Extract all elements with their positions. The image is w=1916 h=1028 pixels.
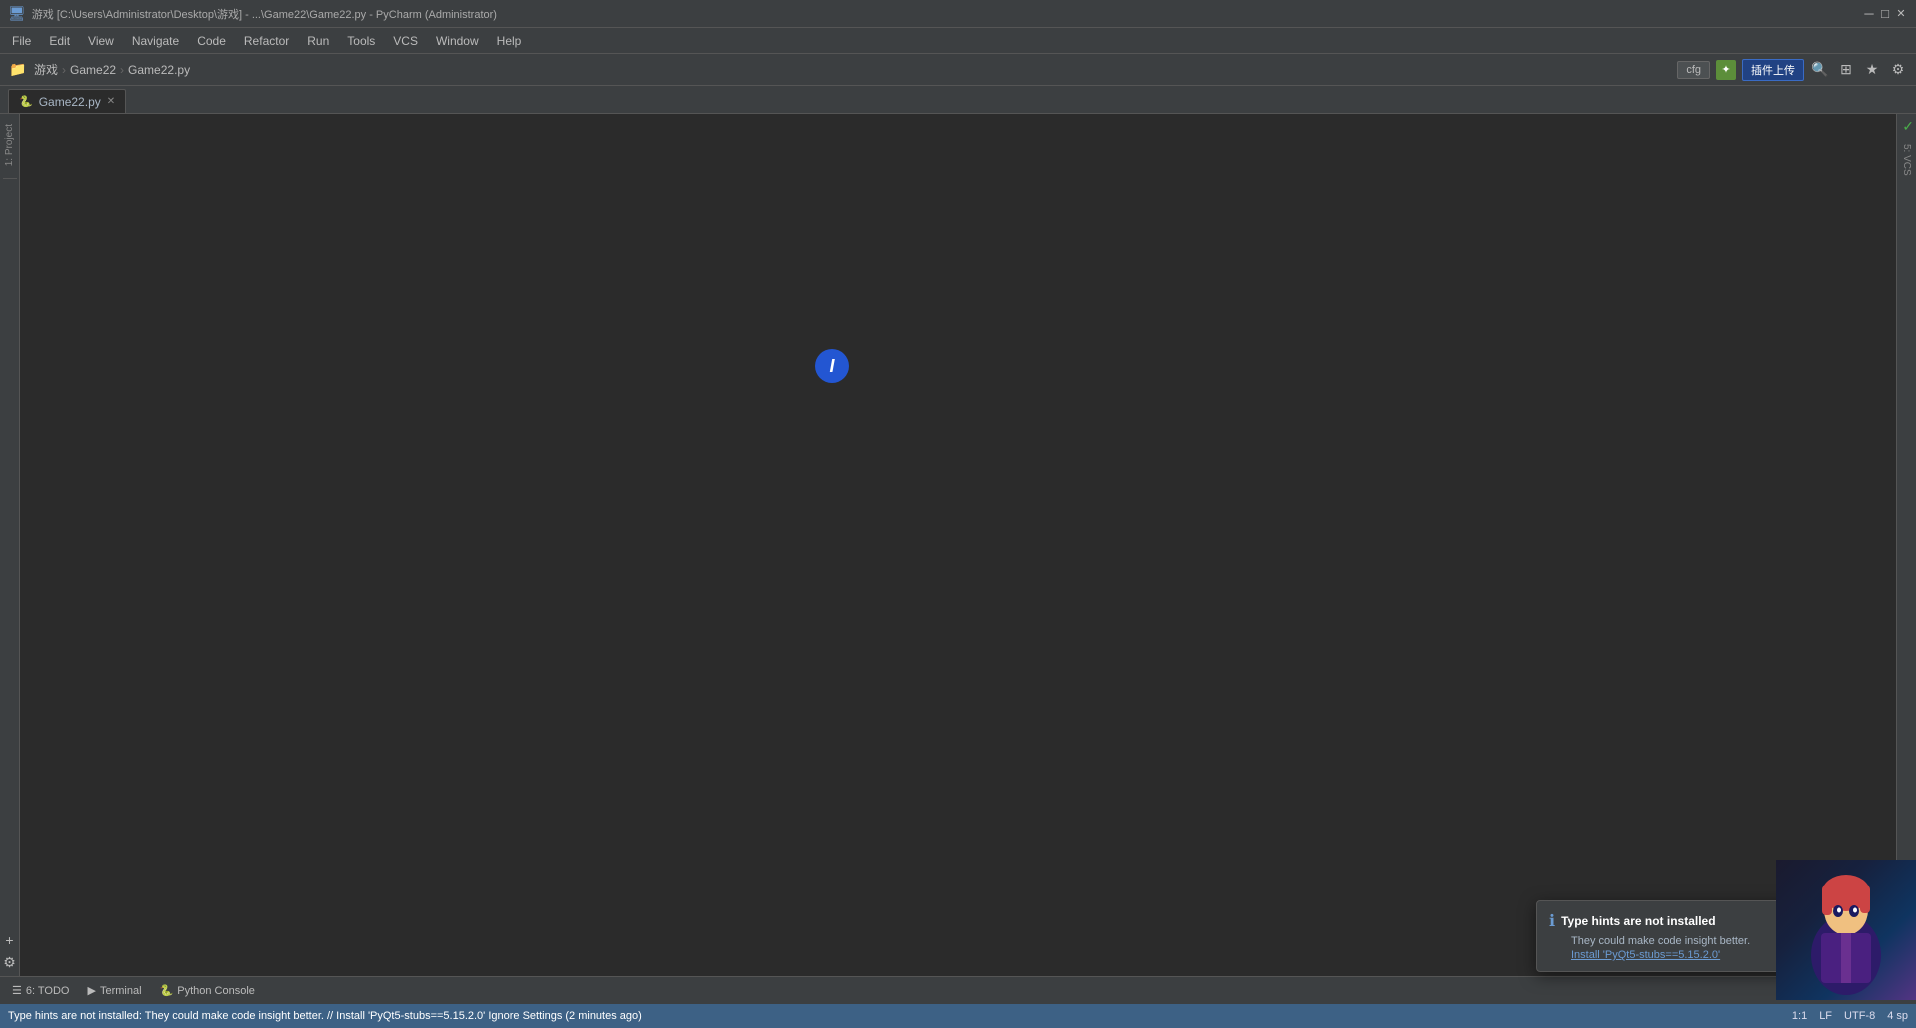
title-bar-controls: ─ □ ✕: [1862, 7, 1908, 21]
todo-label: 6: TODO: [26, 985, 70, 997]
layout-icon[interactable]: ⊞: [1836, 60, 1856, 80]
encoding[interactable]: UTF-8: [1844, 1010, 1875, 1022]
menu-view[interactable]: View: [80, 32, 122, 50]
tab-close-button[interactable]: ✕: [107, 96, 115, 107]
breadcrumb-project[interactable]: 游戏: [34, 61, 58, 78]
menu-help[interactable]: Help: [489, 32, 530, 50]
character-svg: [1786, 865, 1906, 995]
line-ending[interactable]: LF: [1819, 1010, 1832, 1022]
minimize-button[interactable]: ─: [1862, 7, 1876, 21]
bottom-tab-todo[interactable]: ☰ 6: TODO: [4, 982, 77, 999]
upload-button[interactable]: 插件上传: [1742, 59, 1804, 81]
terminal-icon: ▶: [87, 984, 95, 997]
menu-vcs[interactable]: VCS: [385, 32, 426, 50]
main-layout: 1 I ✓ 5: VCS: [20, 114, 1916, 976]
cursor-char: I: [829, 356, 834, 377]
toolbar: 📁 游戏 › Game22 › Game22.py cfg ✦ 插件上传 🔍 ⊞…: [0, 54, 1916, 86]
title-bar: 🖥 游戏 [C:\Users\Administrator\Desktop\游戏]…: [0, 0, 1916, 28]
status-message-text: Type hints are not installed: They could…: [8, 1010, 642, 1022]
vcs-checkmark-icon: ✓: [1902, 118, 1914, 135]
sidebar-item-vcs[interactable]: 5: VCS: [1901, 144, 1912, 176]
plugin-icon[interactable]: ✦: [1716, 60, 1736, 80]
menu-tools[interactable]: Tools: [339, 32, 383, 50]
anime-character-image: [1776, 860, 1916, 1000]
add-panel-icon[interactable]: +: [0, 930, 20, 950]
python-console-label: Python Console: [177, 985, 255, 997]
toolbar-right: cfg ✦ 插件上传 🔍 ⊞ ★ ⚙: [1677, 59, 1908, 81]
bottom-panel: ☰ 6: TODO ▶ Terminal 🐍 Python Console: [0, 976, 1916, 1004]
vtab-separator: [3, 178, 17, 179]
menu-refactor[interactable]: Refactor: [236, 32, 297, 50]
tab-label: Game22.py: [39, 95, 101, 109]
status-bar: Type hints are not installed: They could…: [0, 1004, 1916, 1028]
title-bar-left: 🖥 游戏 [C:\Users\Administrator\Desktop\游戏]…: [8, 5, 497, 22]
editor-tab-game22[interactable]: 🐍 Game22.py ✕: [8, 89, 126, 113]
menu-run[interactable]: Run: [299, 32, 337, 50]
cfg-button[interactable]: cfg: [1677, 61, 1710, 79]
left-panel: 1: Project + ⚙: [0, 114, 20, 976]
bottom-tab-python-console[interactable]: 🐍 Python Console: [152, 982, 263, 999]
bookmark-icon[interactable]: ★: [1862, 60, 1882, 80]
tab-file-icon: 🐍: [19, 95, 33, 108]
close-button[interactable]: ✕: [1894, 7, 1908, 21]
folder-icon[interactable]: 📁: [8, 60, 28, 80]
indent-info[interactable]: 4 sp: [1887, 1010, 1908, 1022]
right-sidebar: ✓ 5: VCS: [1896, 114, 1916, 976]
sidebar-item-project[interactable]: 1: Project: [2, 118, 17, 172]
settings-panel-icon[interactable]: ⚙: [0, 952, 20, 972]
todo-icon: ☰: [12, 984, 22, 997]
breadcrumb-folder[interactable]: Game22: [70, 63, 116, 77]
settings-icon[interactable]: ⚙: [1888, 60, 1908, 80]
editor-content[interactable]: I: [20, 114, 1896, 976]
notification-title: Type hints are not installed: [1561, 914, 1715, 928]
menu-file[interactable]: File: [4, 32, 39, 50]
menu-navigate[interactable]: Navigate: [124, 32, 187, 50]
breadcrumb-file[interactable]: Game22.py: [128, 63, 190, 77]
menu-edit[interactable]: Edit: [41, 32, 78, 50]
menu-window[interactable]: Window: [428, 32, 487, 50]
cursor-position[interactable]: 1:1: [1792, 1010, 1807, 1022]
title-bar-title: 游戏 [C:\Users\Administrator\Desktop\游戏] -…: [32, 6, 497, 22]
status-bar-message: Type hints are not installed: They could…: [8, 1010, 642, 1022]
breadcrumb: 游戏 › Game22 › Game22.py: [34, 61, 190, 78]
bottom-tab-terminal[interactable]: ▶ Terminal: [79, 982, 149, 999]
maximize-button[interactable]: □: [1878, 7, 1892, 21]
menu-code[interactable]: Code: [189, 32, 234, 50]
notification-info-icon: ℹ: [1549, 911, 1555, 931]
app-icon: 🖥: [8, 5, 26, 22]
status-bar-info: 1:1 LF UTF-8 4 sp: [1792, 1010, 1908, 1022]
tab-bar: 🐍 Game22.py ✕: [0, 86, 1916, 114]
breadcrumb-sep-2: ›: [120, 63, 124, 77]
search-everywhere-icon[interactable]: 🔍: [1810, 60, 1830, 80]
terminal-label: Terminal: [100, 985, 142, 997]
character-placeholder: [1776, 860, 1916, 1000]
breadcrumb-sep-1: ›: [62, 63, 66, 77]
python-console-icon: 🐍: [160, 984, 174, 997]
cursor-indicator: I: [815, 349, 849, 383]
menu-bar: File Edit View Navigate Code Refactor Ru…: [0, 28, 1916, 54]
